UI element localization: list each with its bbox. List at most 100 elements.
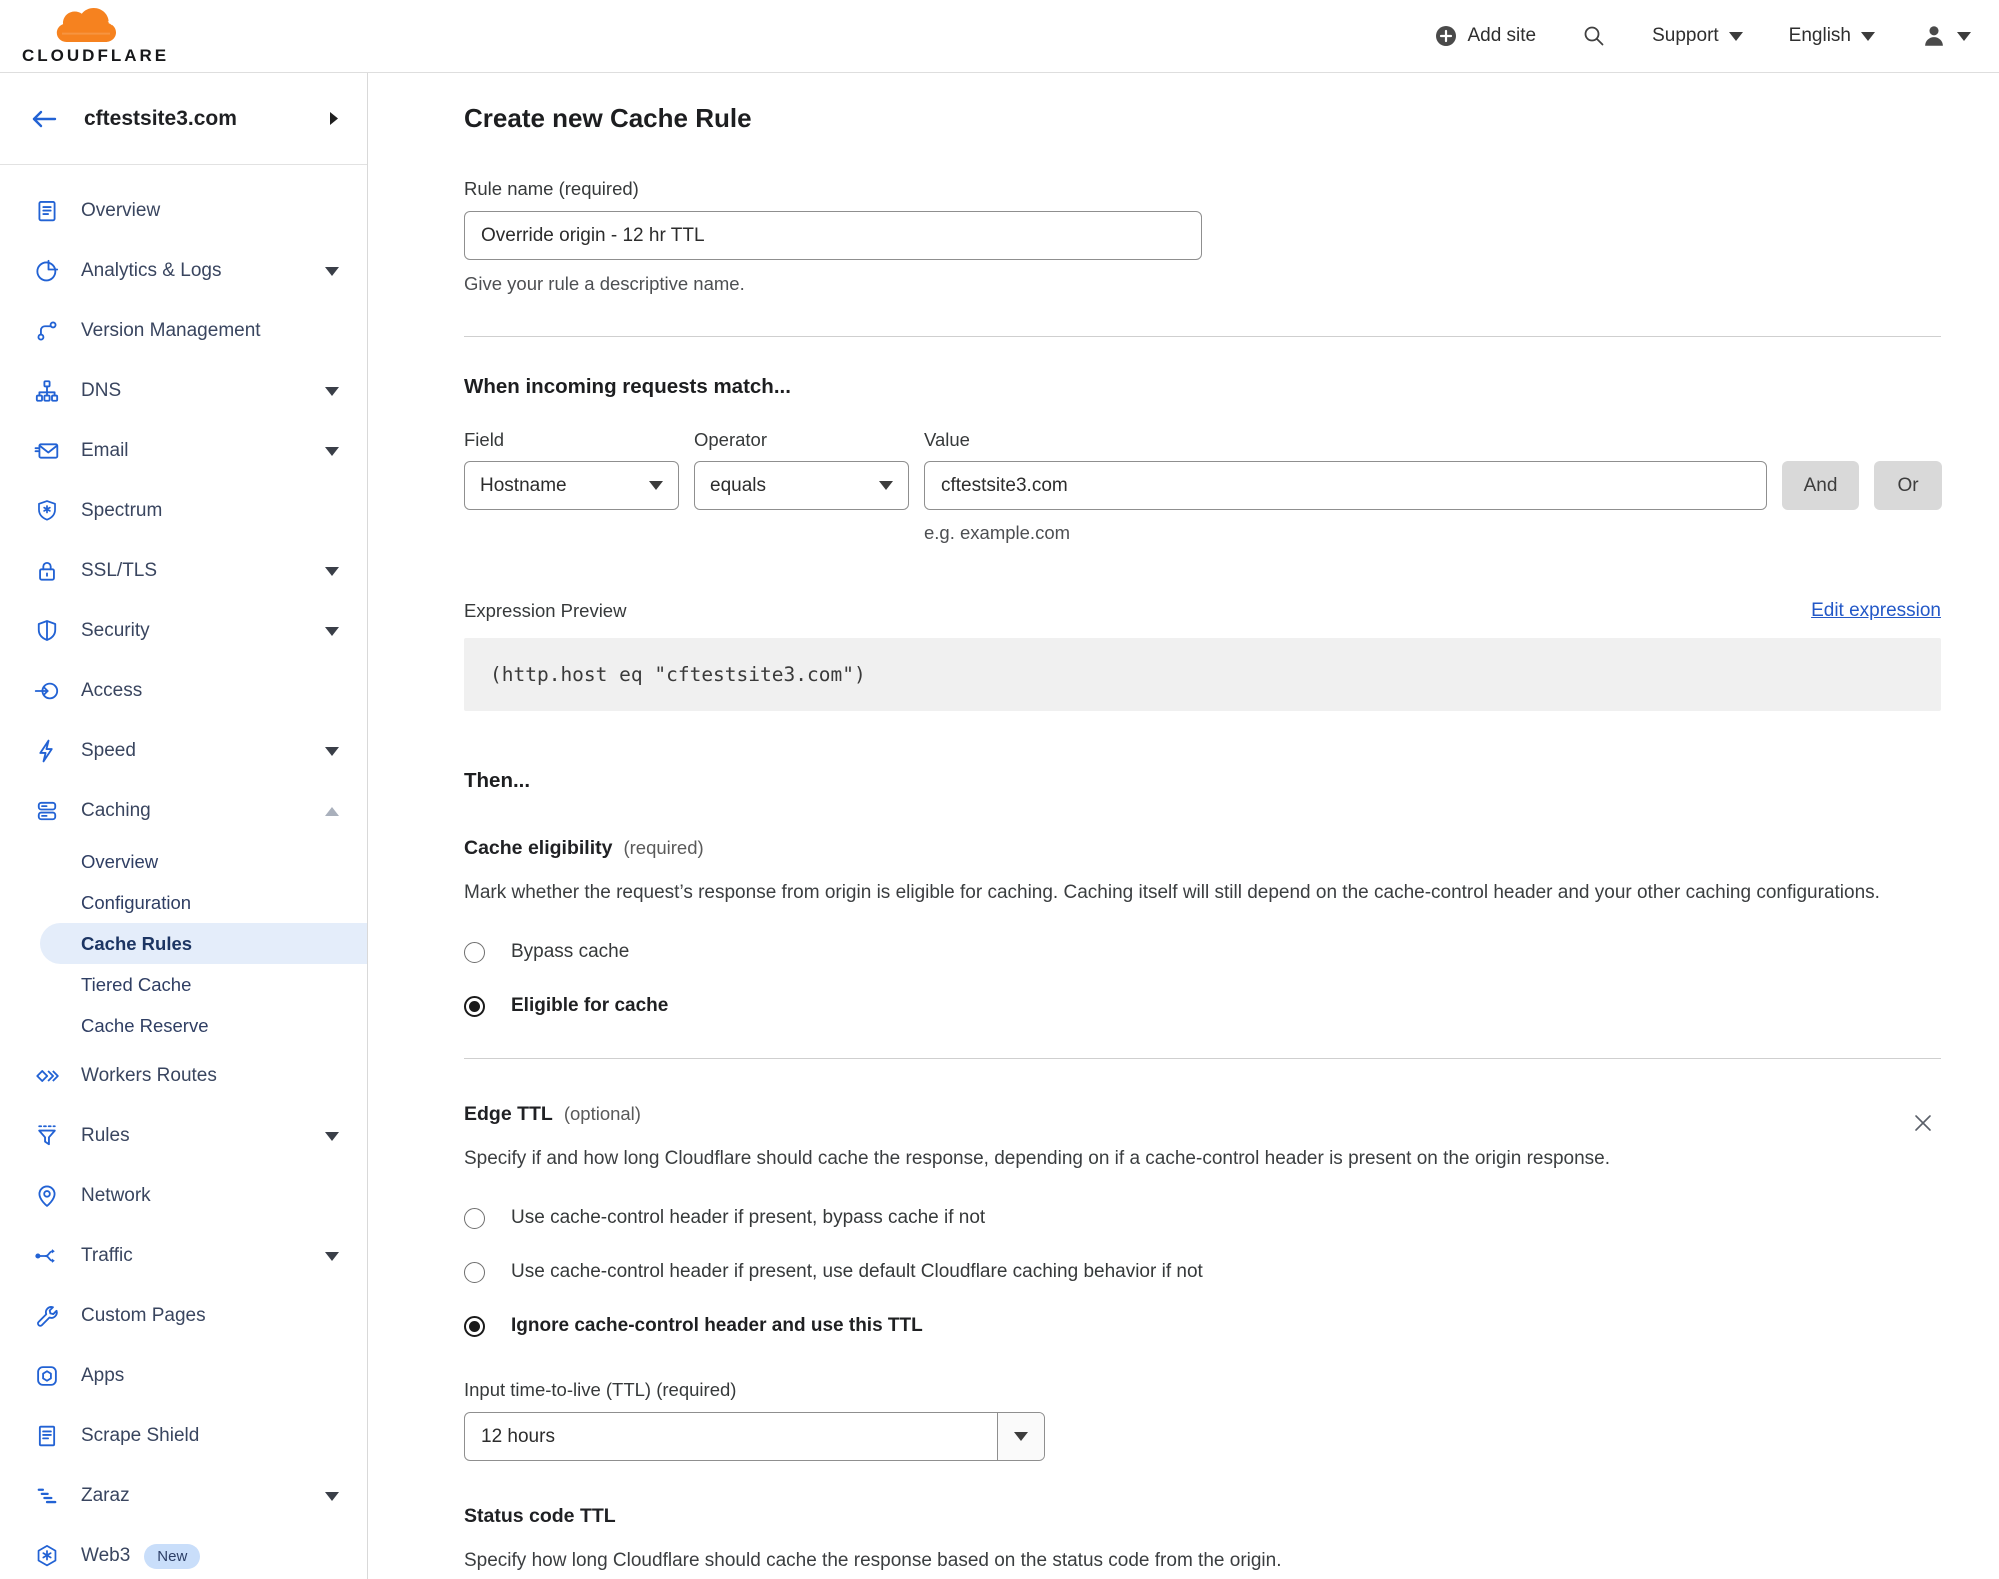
chevron-down-icon: [325, 566, 339, 576]
radio-label: Use cache-control header if present, use…: [511, 1261, 1203, 1282]
chevron-down-icon: [325, 626, 339, 636]
cloudflare-wordmark: CLOUDFLARE: [22, 46, 170, 65]
sidebar-item-web3[interactable]: Web3 New: [0, 1526, 367, 1579]
radio-ignore-cache-control[interactable]: Ignore cache-control header and use this…: [464, 1315, 1941, 1337]
lock-icon: [34, 558, 61, 585]
divider: [464, 336, 1941, 337]
sidebar-item-access[interactable]: Access: [0, 661, 367, 721]
site-switcher-arrow-icon[interactable]: [330, 112, 339, 125]
chevron-down-icon: [325, 1131, 339, 1141]
traffic-split-icon: [34, 1243, 61, 1270]
support-label: Support: [1652, 25, 1719, 46]
app-box-icon: [34, 1363, 61, 1390]
radio-label: Ignore cache-control header and use this…: [511, 1315, 923, 1336]
site-name[interactable]: cftestsite3.com: [84, 107, 330, 131]
or-button[interactable]: Or: [1874, 461, 1942, 510]
sidebar-item-email[interactable]: Email: [0, 421, 367, 481]
radio-label: Eligible for cache: [511, 995, 669, 1016]
sidebar-item-label: Access: [81, 680, 143, 701]
sidebar-item-caching[interactable]: Caching: [0, 781, 367, 841]
sidebar-subitem-cache-rules[interactable]: Cache Rules: [40, 923, 367, 964]
ttl-select-dropdown-button[interactable]: [997, 1413, 1044, 1460]
then-heading: Then...: [464, 769, 531, 792]
cloudflare-logo[interactable]: CLOUDFLARE: [22, 8, 182, 64]
value-column: e.g. example.com: [924, 461, 1767, 544]
sidebar-item-label: DNS: [81, 380, 122, 401]
add-site-button[interactable]: Add site: [1435, 25, 1536, 47]
radio-icon[interactable]: [464, 941, 485, 963]
match-grid: Field Operator Value Hostname equals e: [464, 429, 1942, 544]
sidebar-item-label: Rules: [81, 1125, 130, 1146]
and-button[interactable]: And: [1782, 461, 1859, 510]
rule-name-help: Give your rule a descriptive name.: [464, 273, 745, 294]
support-menu[interactable]: Support: [1652, 25, 1743, 47]
rule-name-input[interactable]: [464, 211, 1202, 260]
operator-label: Operator: [694, 429, 768, 450]
sidebar-item-ssl-tls[interactable]: SSL/TLS: [0, 541, 367, 601]
sidebar-subitem-configuration[interactable]: Configuration: [0, 882, 367, 923]
sidebar-menu: Overview Analytics & Logs Version Manage…: [0, 165, 367, 1579]
sidebar-item-workers-routes[interactable]: Workers Routes: [0, 1046, 367, 1106]
radio-icon[interactable]: [464, 1207, 485, 1229]
sidebar-item-scrape-shield[interactable]: Scrape Shield: [0, 1406, 367, 1466]
cache-eligibility-qualifier: (required): [623, 837, 704, 858]
edit-expression-link[interactable]: Edit expression: [1811, 600, 1941, 622]
expression-preview-block: Expression Preview Edit expression (http…: [464, 600, 1941, 711]
match-heading: When incoming requests match...: [464, 375, 791, 398]
ttl-select[interactable]: 12 hours: [464, 1412, 1045, 1461]
top-bar: CLOUDFLARE Add site Support English: [0, 0, 1999, 73]
sidebar-item-zaraz[interactable]: Zaraz: [0, 1466, 367, 1526]
sidebar-item-label: Scrape Shield: [81, 1425, 200, 1446]
field-select[interactable]: Hostname: [464, 461, 679, 510]
close-icon[interactable]: [1911, 1111, 1935, 1135]
sidebar-subitem-cache-reserve[interactable]: Cache Reserve: [0, 1005, 367, 1046]
git-branch-icon: [34, 318, 61, 345]
sidebar-item-dns[interactable]: DNS: [0, 361, 367, 421]
edge-ttl-heading: Edge TTL: [464, 1103, 553, 1125]
sidebar-item-speed[interactable]: Speed: [0, 721, 367, 781]
expression-preview-label: Expression Preview: [464, 600, 627, 621]
radio-icon-checked[interactable]: [464, 1315, 485, 1337]
sidebar-item-traffic[interactable]: Traffic: [0, 1226, 367, 1286]
operator-select[interactable]: equals: [694, 461, 909, 510]
sidebar-item-spectrum[interactable]: Spectrum: [0, 481, 367, 541]
sidebar-item-label: Zaraz: [81, 1485, 130, 1506]
radio-cache-control-bypass[interactable]: Use cache-control header if present, byp…: [464, 1207, 1941, 1229]
chevron-down-icon: [325, 386, 339, 396]
search-icon[interactable]: [1582, 24, 1606, 48]
stacked-bars-icon: [34, 1483, 61, 1510]
sidebar-item-security[interactable]: Security: [0, 601, 367, 661]
sidebar-subitem-caching-overview[interactable]: Overview: [0, 841, 367, 882]
sidebar-item-analytics-logs[interactable]: Analytics & Logs: [0, 241, 367, 301]
chevron-down-icon: [879, 481, 893, 490]
sidebar-item-custom-pages[interactable]: Custom Pages: [0, 1286, 367, 1346]
page-icon: [34, 1423, 61, 1450]
radio-eligible-for-cache[interactable]: Eligible for cache: [464, 995, 1941, 1017]
chevron-down-icon: [649, 481, 663, 490]
language-label: English: [1788, 25, 1851, 46]
chevron-down-icon: [325, 746, 339, 756]
sidebar-item-network[interactable]: Network: [0, 1166, 367, 1226]
expression-code: (http.host eq "cftestsite3.com"): [464, 638, 1941, 711]
radio-cache-control-default[interactable]: Use cache-control header if present, use…: [464, 1261, 1941, 1283]
language-menu[interactable]: English: [1789, 25, 1875, 47]
sidebar-item-label: Caching: [81, 800, 151, 821]
back-arrow-icon[interactable]: [30, 108, 58, 130]
sidebar-item-overview[interactable]: Overview: [0, 181, 367, 241]
radio-icon-checked[interactable]: [464, 995, 485, 1017]
rule-name-label: Rule name (required): [464, 178, 639, 199]
sidebar-subitem-tiered-cache[interactable]: Tiered Cache: [0, 964, 367, 1005]
sitemap-icon: [34, 378, 61, 405]
value-input[interactable]: [924, 461, 1767, 510]
radio-icon[interactable]: [464, 1261, 485, 1283]
site-header: cftestsite3.com: [0, 73, 367, 165]
sidebar-item-apps[interactable]: Apps: [0, 1346, 367, 1406]
sidebar-item-version-management[interactable]: Version Management: [0, 301, 367, 361]
radio-label: Use cache-control header if present, byp…: [511, 1207, 986, 1228]
operator-select-value: equals: [710, 474, 766, 496]
radio-bypass-cache[interactable]: Bypass cache: [464, 941, 1941, 963]
cloudflare-cloud-icon: [56, 8, 116, 42]
account-menu[interactable]: [1921, 23, 1971, 49]
caching-submenu: Overview Configuration Cache Rules Tiere…: [0, 841, 367, 1046]
sidebar-item-rules[interactable]: Rules: [0, 1106, 367, 1166]
